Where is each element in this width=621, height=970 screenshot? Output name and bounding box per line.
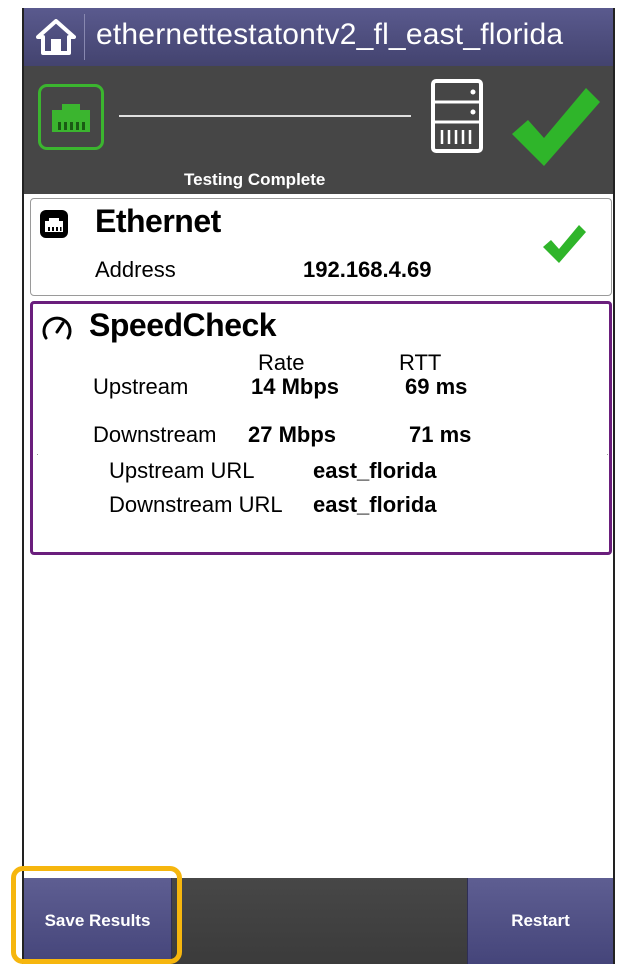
downstream-url-label: Downstream URL — [109, 492, 283, 517]
ethernet-check-icon — [543, 225, 586, 263]
ethernet-port-icon — [38, 84, 104, 150]
upstream-url-label: Upstream URL — [109, 458, 255, 483]
address-label: Address — [95, 257, 176, 282]
checkmark-icon — [512, 88, 600, 166]
home-button[interactable] — [28, 14, 85, 60]
ethernet-icon — [40, 210, 68, 238]
rate-column-header: Rate — [258, 350, 305, 375]
divider-dot-left — [37, 454, 38, 455]
server-icon — [431, 79, 483, 153]
save-results-button[interactable]: Save Results — [24, 878, 172, 964]
restart-button[interactable]: Restart — [467, 878, 613, 964]
bottom-action-bar: Save Results Restart — [24, 878, 613, 964]
downstream-rtt: 71 ms — [409, 422, 472, 447]
divider-dot-right — [607, 454, 608, 455]
ethernet-result-card[interactable]: Ethernet Address 192.168.4.69 — [30, 198, 612, 296]
connection-line — [119, 115, 411, 117]
page-title: ethernettestatontv2_fl_east_florida — [96, 18, 564, 51]
upstream-rate: 14 Mbps — [251, 374, 340, 399]
address-value: 192.168.4.69 — [303, 257, 432, 282]
home-icon — [36, 19, 76, 55]
downstream-url-value: east_florida — [313, 492, 437, 517]
upstream-rtt: 69 ms — [405, 374, 468, 399]
downstream-rate: 27 Mbps — [248, 422, 337, 447]
ethernet-title: Ethernet — [95, 203, 221, 239]
test-status-panel: Testing Complete — [24, 66, 613, 194]
upstream-url-value: east_florida — [313, 458, 437, 483]
speedcheck-result-card[interactable]: SpeedCheck Rate RTT Upstream 14 Mbps 69 … — [30, 301, 612, 555]
title-bar: ethernettestatontv2_fl_east_florida — [24, 8, 613, 66]
rtt-column-header: RTT — [399, 350, 442, 375]
speedcheck-title: SpeedCheck — [89, 307, 277, 343]
downstream-label: Downstream — [93, 422, 217, 447]
speedometer-icon — [42, 316, 72, 340]
upstream-label: Upstream — [93, 374, 189, 399]
status-label: Testing Complete — [184, 170, 326, 189]
device-screen: ethernettestatontv2_fl_east_florida Test… — [22, 8, 615, 964]
